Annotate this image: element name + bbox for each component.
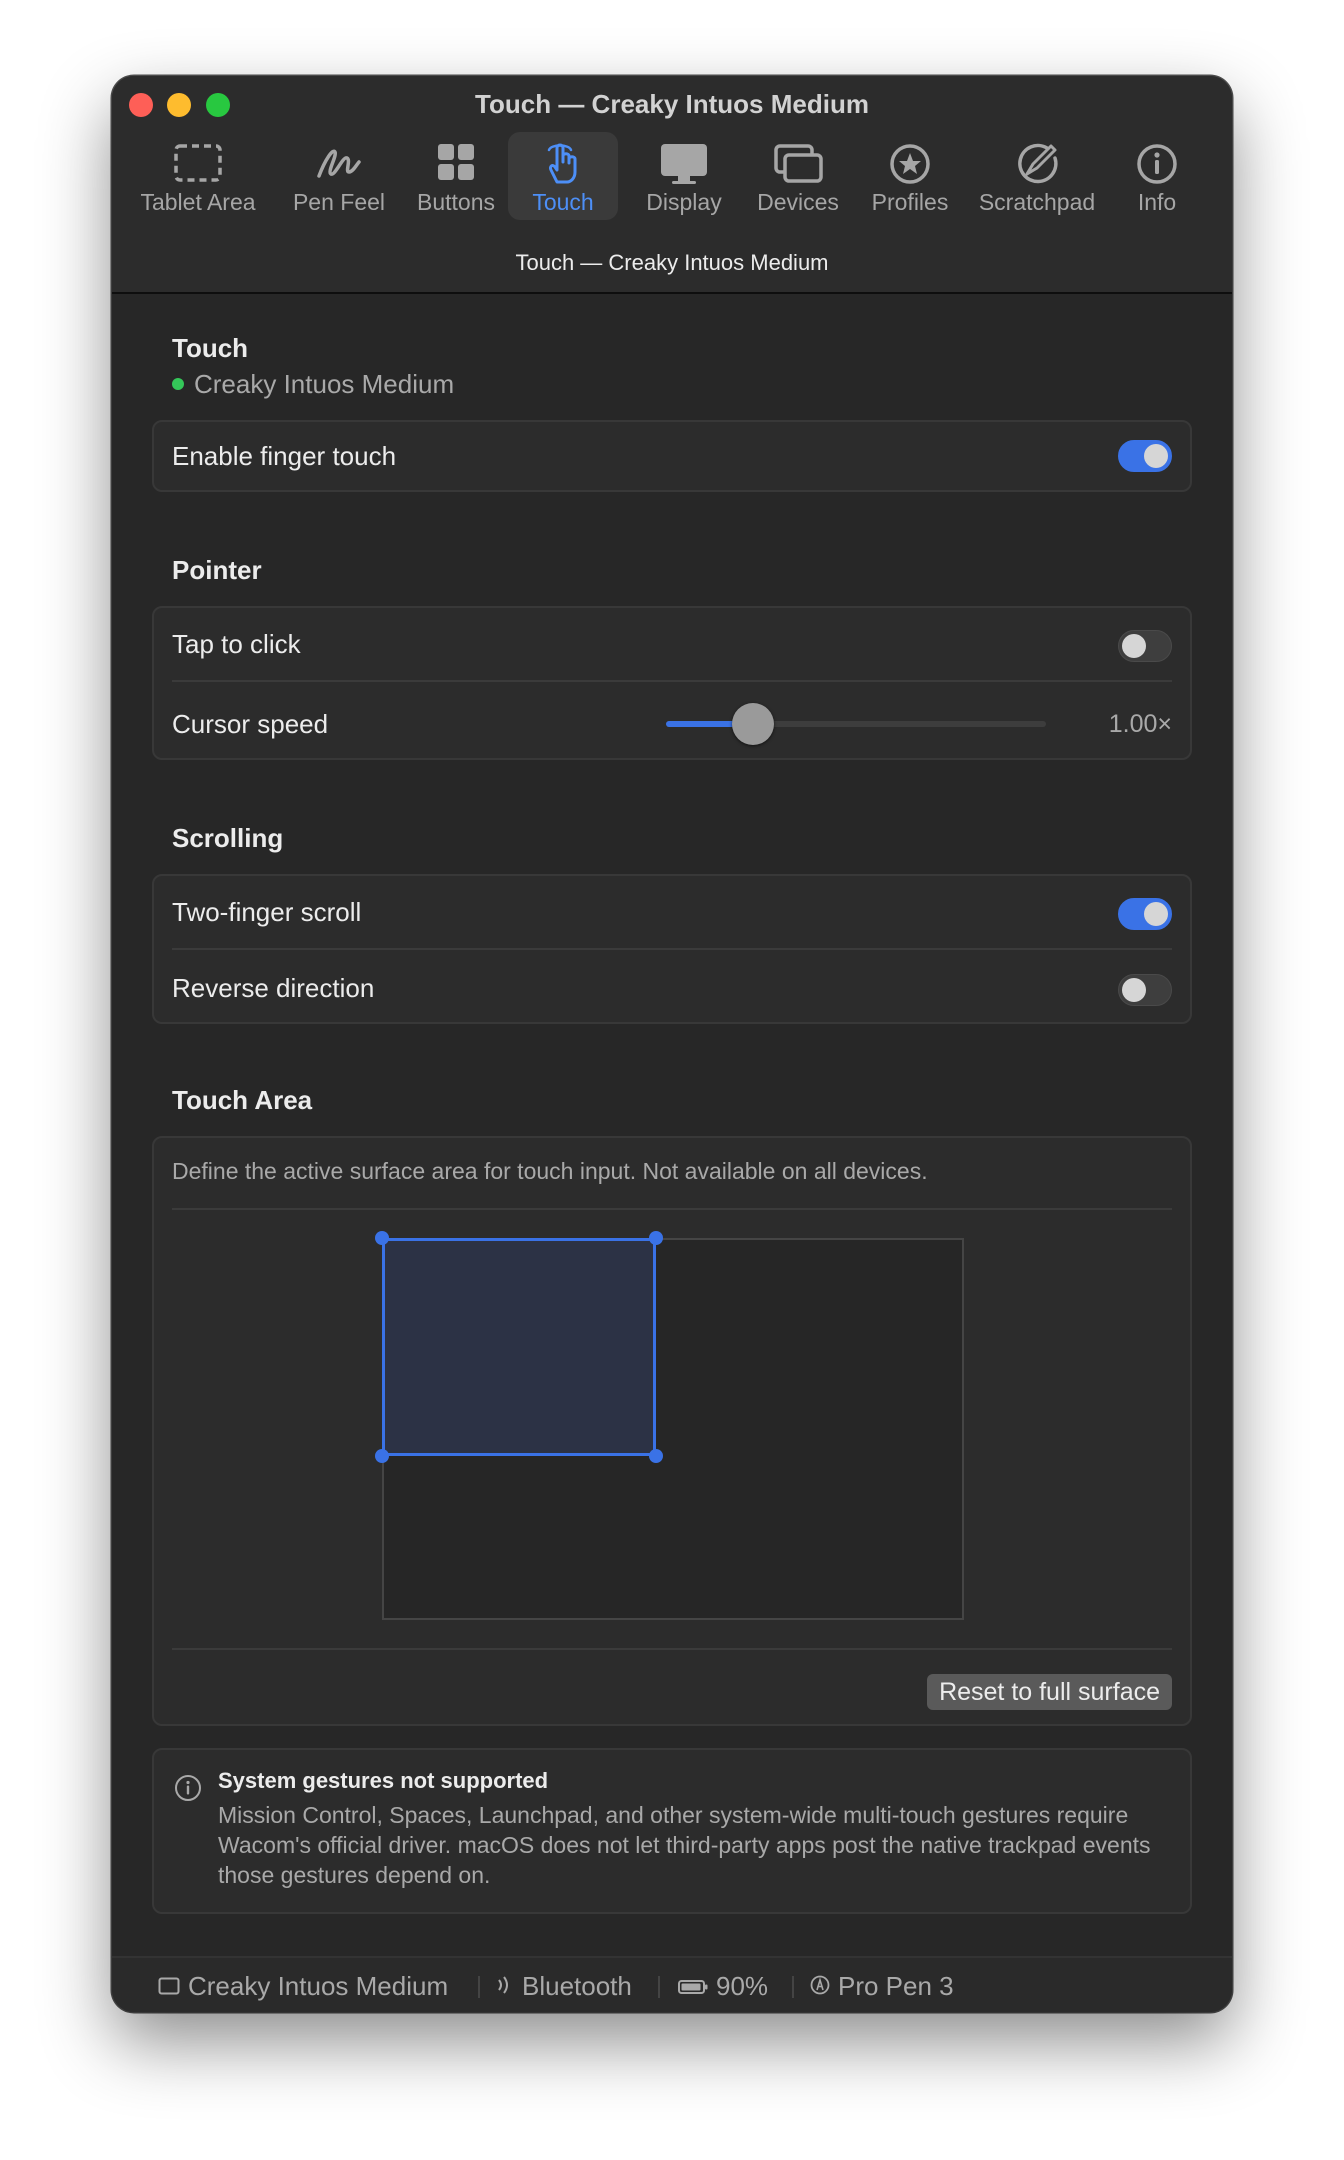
tap-to-click-label: Tap to click [172, 629, 301, 659]
resize-handle-bottom-right[interactable] [649, 1449, 663, 1463]
connected-dot-icon [172, 378, 184, 391]
reverse-direction-toggle[interactable] [1118, 974, 1172, 1006]
tablet-icon [158, 1971, 180, 2001]
status-battery-label: 90% [716, 1971, 769, 2001]
tab-tablet-area[interactable]: Tablet Area [132, 132, 264, 220]
info-circle-icon [174, 1774, 202, 1802]
buttons-icon [430, 142, 482, 186]
scrolling-card: Two-finger scroll Reverse direction [152, 874, 1192, 1024]
reverse-direction-label: Reverse direction [172, 973, 375, 1003]
notice-title: System gestures not supported [218, 1768, 549, 1793]
display-icon [658, 142, 710, 186]
cursor-speed-slider[interactable] [666, 703, 1046, 745]
tab-scratchpad[interactable]: Scratchpad [962, 132, 1112, 220]
enable-touch-label: Enable finger touch [172, 441, 397, 471]
touch-card: Enable finger touch [152, 420, 1192, 492]
profiles-icon [884, 142, 936, 186]
tab-label: Profiles [871, 189, 949, 215]
section-title-scrolling: Scrolling [172, 823, 284, 853]
touch-icon [537, 142, 589, 186]
tab-label: Pen Feel [292, 189, 386, 215]
two-finger-scroll-toggle[interactable] [1118, 898, 1172, 930]
tab-label: Scratchpad [978, 189, 1096, 215]
pen-icon [810, 1971, 830, 2001]
section-title-touch-area: Touch Area [172, 1085, 313, 1115]
tab-buttons[interactable]: Buttons [404, 132, 508, 220]
title-bar: Touch — Creaky Intuos Medium Tablet Area… [112, 76, 1232, 294]
touch-area-card: Define the active surface area for touch… [152, 1136, 1192, 1726]
tab-label: Touch [532, 189, 594, 215]
notice-body: Mission Control, Spaces, Launchpad, and … [218, 1802, 1151, 1888]
tab-profiles[interactable]: Profiles [852, 132, 968, 220]
preferences-window: Touch — Creaky Intuos Medium Tablet Area… [112, 76, 1232, 2012]
device-status: Creaky Intuos Medium [172, 368, 454, 400]
reset-to-full-surface-button[interactable]: Reset to full surface [927, 1674, 1172, 1710]
active-touch-area[interactable] [382, 1238, 656, 1456]
enable-touch-toggle[interactable] [1118, 440, 1172, 472]
status-connection-label: Bluetooth [522, 1971, 632, 2001]
status-pen: Pro Pen 3 [810, 1971, 954, 2003]
gestures-notice: System gestures not supported Mission Co… [152, 1748, 1192, 1914]
tab-label: Info [1137, 189, 1177, 215]
resize-handle-top-left[interactable] [375, 1231, 389, 1245]
resize-handle-top-right[interactable] [649, 1231, 663, 1245]
bluetooth-wave-icon [496, 1971, 514, 2001]
resize-handle-bottom-left[interactable] [375, 1449, 389, 1463]
info-icon [1131, 142, 1183, 186]
touch-area-description: Define the active surface area for touch… [172, 1158, 928, 1184]
tab-display[interactable]: Display [624, 132, 744, 220]
tab-pen-feel[interactable]: Pen Feel [284, 132, 394, 220]
battery-icon [678, 1971, 708, 2001]
two-finger-scroll-label: Two-finger scroll [172, 897, 362, 927]
status-pen-label: Pro Pen 3 [838, 1971, 954, 2001]
devices-icon [772, 142, 824, 186]
tab-touch[interactable]: Touch [508, 132, 618, 220]
tap-to-click-toggle[interactable] [1118, 630, 1172, 662]
status-connection: Bluetooth [496, 1971, 632, 2003]
tab-devices[interactable]: Devices [738, 132, 858, 220]
tab-label: Display [646, 189, 722, 215]
status-bar: Creaky Intuos Medium Bluetooth 90% Pro P… [112, 1956, 1232, 2012]
window-title: Touch — Creaky Intuos Medium [475, 89, 869, 119]
pen-feel-icon [313, 142, 365, 186]
tab-label: Tablet Area [140, 189, 256, 215]
cursor-speed-value: 1.00× [1108, 710, 1172, 738]
pointer-card: Tap to click Cursor speed 1.00× [152, 606, 1192, 760]
status-device-label: Creaky Intuos Medium [188, 1971, 449, 2001]
tab-label: Devices [757, 189, 839, 215]
section-title-touch: Touch [172, 333, 249, 363]
tab-label: Buttons [417, 189, 495, 215]
tab-info[interactable]: Info [1112, 132, 1202, 220]
device-name: Creaky Intuos Medium [194, 369, 455, 399]
toolbar: Tablet Area Pen Feel Buttons Touch Displ… [112, 132, 1232, 220]
scratchpad-icon [1011, 142, 1063, 186]
slider-thumb[interactable] [732, 703, 775, 745]
cursor-speed-label: Cursor speed [172, 709, 329, 739]
pane-subtitle: Touch — Creaky Intuos Medium [515, 250, 829, 275]
status-device: Creaky Intuos Medium [158, 1971, 448, 2003]
section-title-pointer: Pointer [172, 555, 262, 585]
tablet-area-icon [172, 142, 224, 186]
status-battery: 90% [678, 1971, 768, 2003]
